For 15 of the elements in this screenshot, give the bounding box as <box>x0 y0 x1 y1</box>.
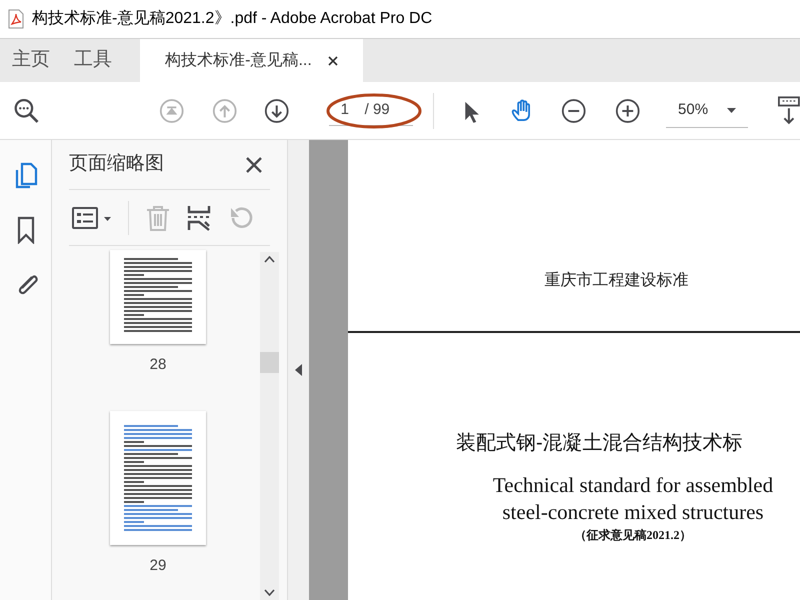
page-number: 29 <box>150 556 166 576</box>
document-header: 重庆市工程建设标准 <box>544 270 688 291</box>
zoom-dropdown[interactable]: 50% <box>666 94 748 128</box>
page-count: / 99 <box>364 100 390 120</box>
panel-title: 页面缩略图 <box>69 152 164 176</box>
document-title: 装配式钢-混凝土混合结构技术标 <box>456 431 743 456</box>
tab[interactable]: 构技术标准-意见稿... <box>140 39 363 82</box>
window-title: 构技术标准-意见稿2021.2》.pdf - Adobe Acrobat Pro DC <box>32 8 432 29</box>
document-subtitle: steel-concrete mixed structures <box>502 499 764 526</box>
document-note: （征求意见稿2021.2） <box>574 527 692 544</box>
tab[interactable]: 主页 <box>0 39 62 82</box>
tab[interactable]: 工具 <box>62 39 124 82</box>
page-number-field[interactable]: 1 <box>340 98 353 122</box>
page-number: 28 <box>150 355 166 375</box>
document-subtitle: Technical standard for assembled <box>492 472 774 499</box>
